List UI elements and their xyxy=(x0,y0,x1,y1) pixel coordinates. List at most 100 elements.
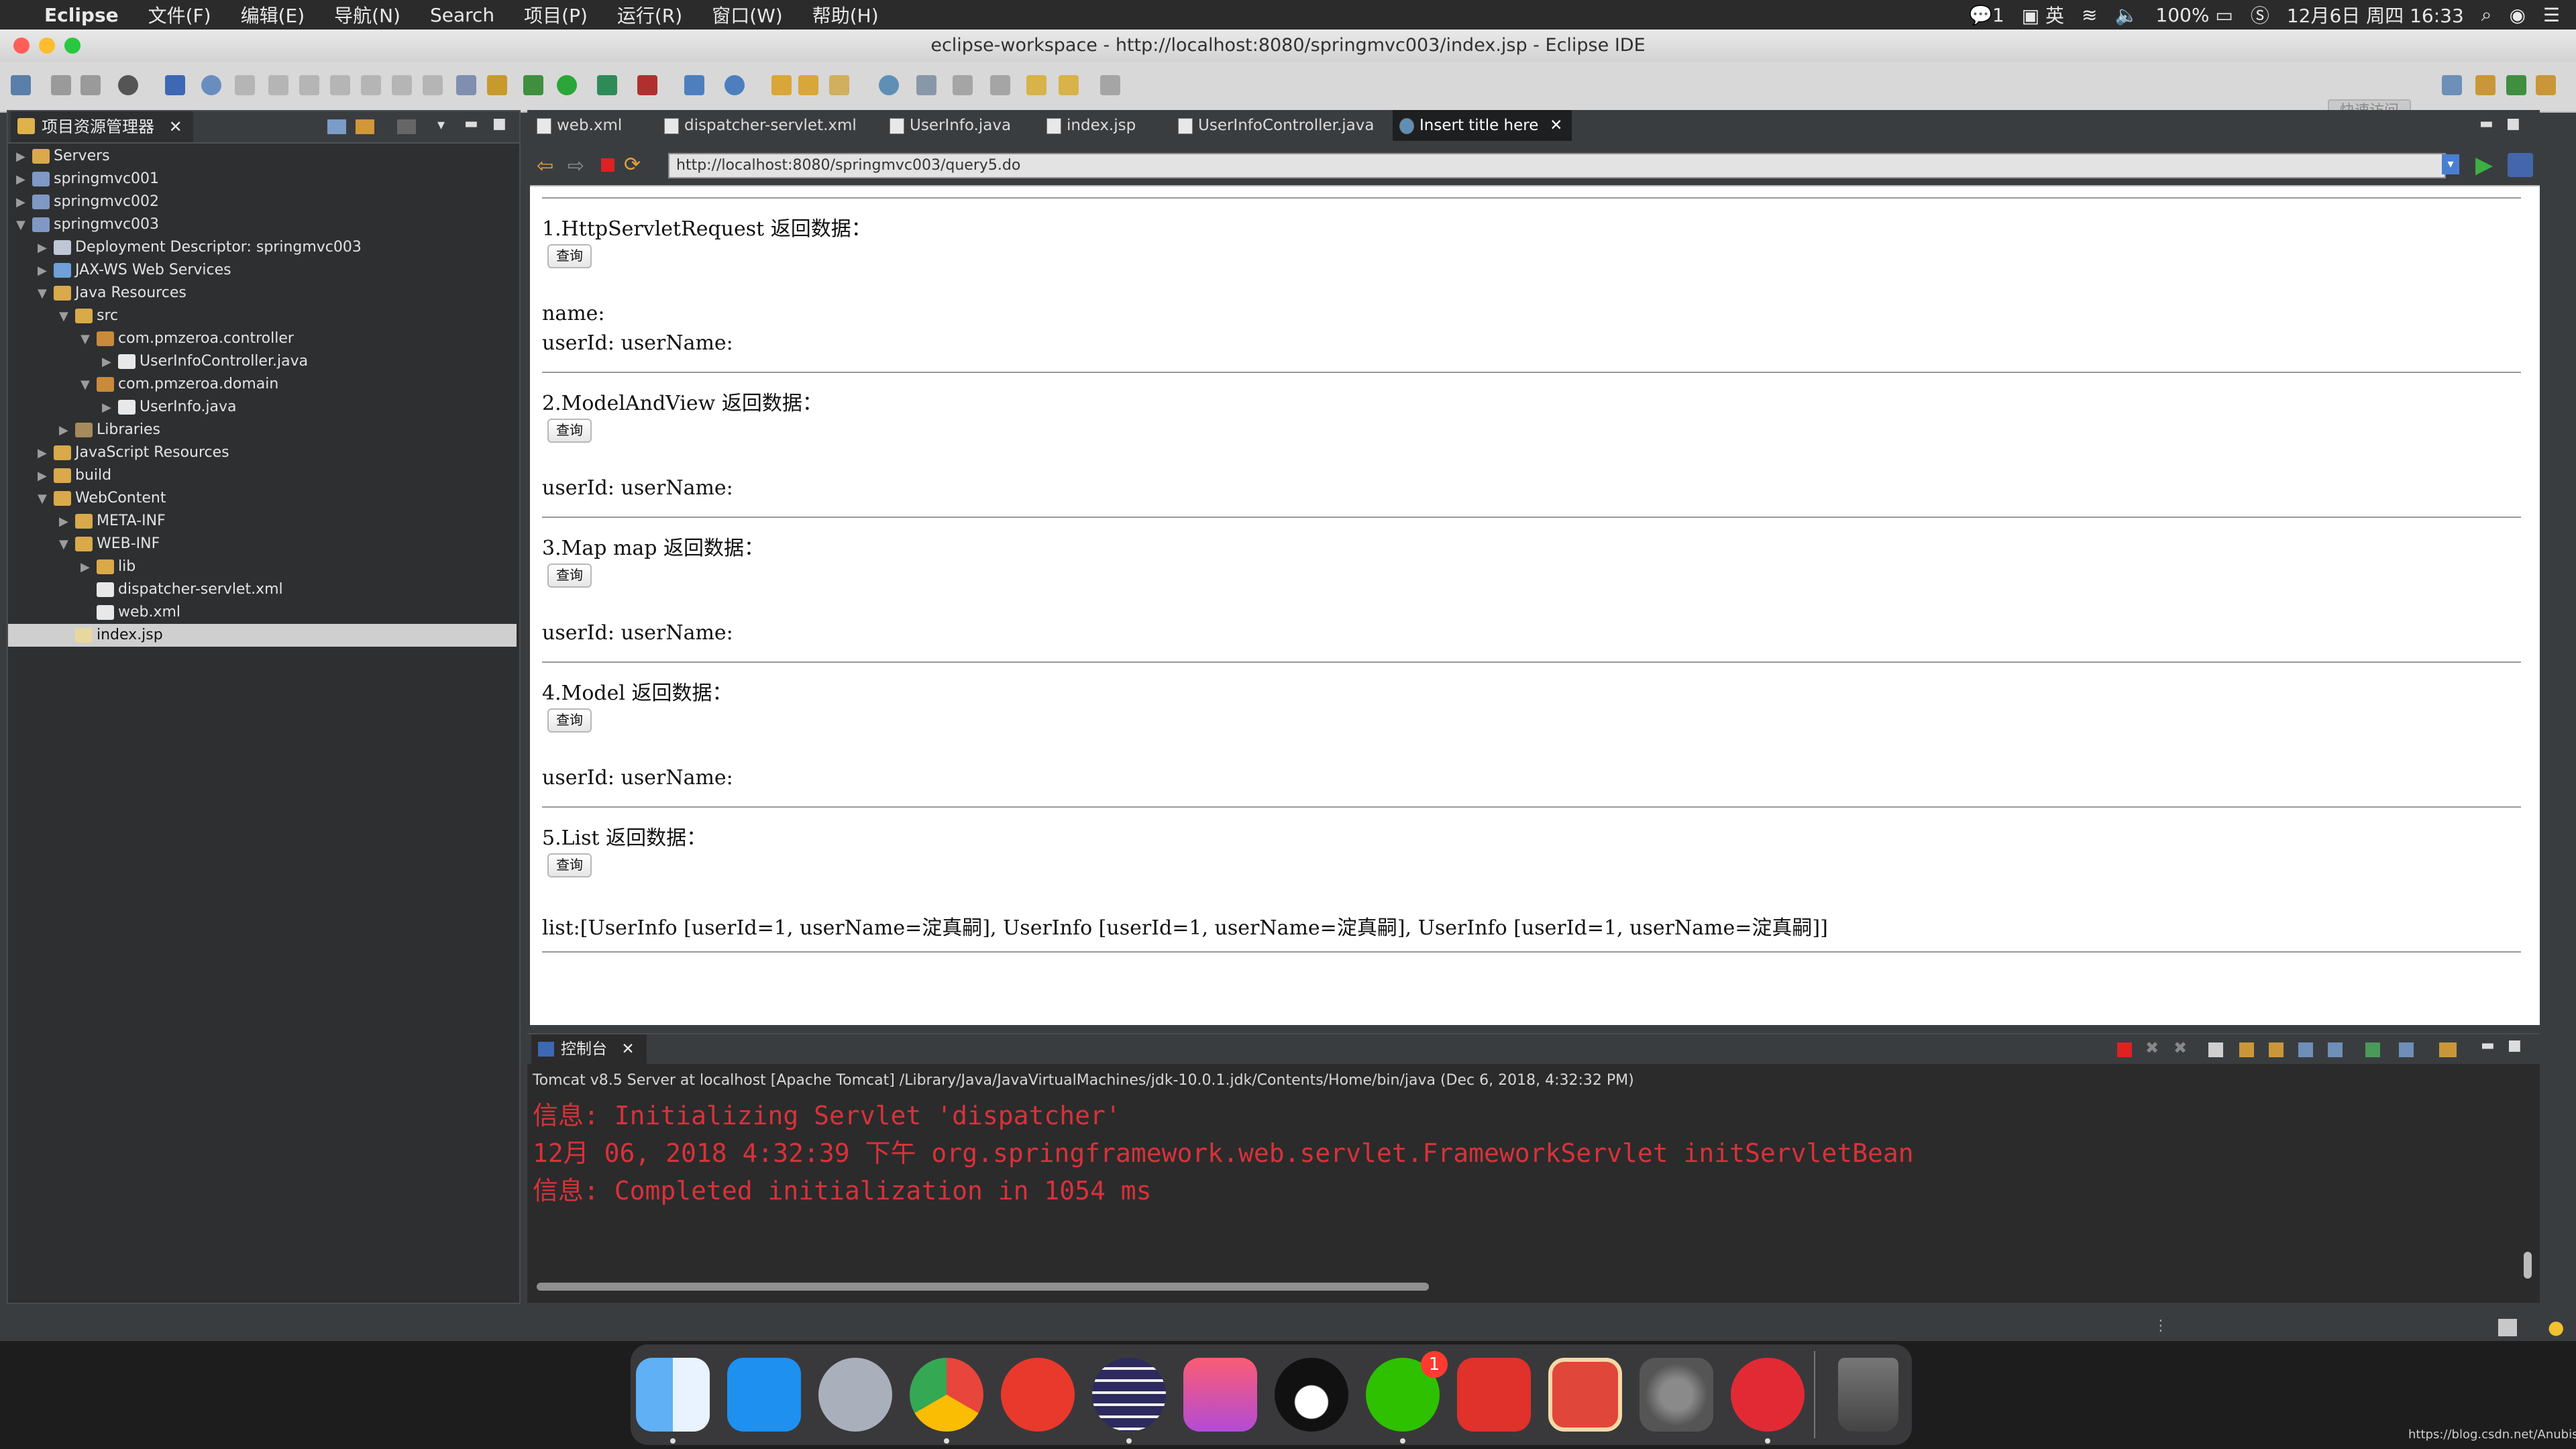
run-icon[interactable] xyxy=(557,75,577,95)
save-all-icon[interactable] xyxy=(80,75,101,95)
close-icon[interactable]: ✕ xyxy=(169,117,182,136)
wechat-status-icon[interactable]: 💬1 xyxy=(1969,4,2004,26)
disconnect-icon[interactable] xyxy=(330,75,350,95)
terminate-icon[interactable] xyxy=(299,75,319,95)
scroll-lock-icon[interactable] xyxy=(2239,1042,2254,1057)
tab-web-xml[interactable]: web.xml xyxy=(530,110,622,141)
tree-item-web-inf[interactable]: ▼ WEB-INF xyxy=(59,533,160,555)
console-horizontal-scrollbar[interactable] xyxy=(537,1283,1429,1291)
forward-icon[interactable] xyxy=(1100,75,1120,95)
notification-center-icon[interactable]: ☰ xyxy=(2543,4,2560,26)
maximize-view-icon[interactable]: ■ xyxy=(492,115,506,132)
maximize-editor-icon[interactable]: ■ xyxy=(2506,115,2520,132)
open-type-icon[interactable] xyxy=(771,75,792,95)
new-icon[interactable] xyxy=(11,75,31,95)
url-input[interactable]: http://localhost:8080/springmvc003/query… xyxy=(668,153,2446,178)
external-tools-icon[interactable] xyxy=(637,75,657,95)
expand-arrow-icon[interactable]: ▼ xyxy=(80,328,97,351)
step-over-icon[interactable] xyxy=(392,75,412,95)
query-button-4[interactable]: 查询 xyxy=(547,708,592,733)
expand-arrow-icon[interactable]: ▶ xyxy=(80,556,97,579)
tree-item-dispatcher-servlet-xml[interactable]: dispatcher-servlet.xml xyxy=(80,578,283,601)
launchpad-icon[interactable] xyxy=(818,1358,892,1432)
netease-music-icon[interactable] xyxy=(1457,1358,1531,1432)
expand-arrow-icon[interactable]: ▼ xyxy=(80,374,97,396)
java-ee-perspective-icon[interactable] xyxy=(2475,75,2496,95)
word-wrap-icon[interactable] xyxy=(2269,1042,2284,1057)
tree-item-meta-inf[interactable]: ▶ META-INF xyxy=(59,510,166,533)
menu-window[interactable]: 窗口(W) xyxy=(697,1,798,28)
expand-arrow-icon[interactable]: ▶ xyxy=(102,351,118,374)
menu-search[interactable]: Search xyxy=(415,4,509,26)
expand-arrow-icon[interactable]: ▼ xyxy=(59,305,75,328)
link-with-editor-icon[interactable] xyxy=(356,119,374,134)
drop-to-frame-icon[interactable] xyxy=(456,75,476,95)
tab-insert-title-here[interactable]: Insert title here ✕ xyxy=(1393,110,1572,141)
collapse-all-icon[interactable] xyxy=(327,119,346,134)
tree-item-springmvc003[interactable]: ▼ springmvc003 xyxy=(16,213,159,236)
display-selected-console-icon[interactable] xyxy=(2399,1042,2414,1057)
stop-icon[interactable] xyxy=(601,158,614,172)
tree-item-userinfocontroller-java[interactable]: ▶ UserInfoController.java xyxy=(102,350,308,373)
query-button-1[interactable]: 查询 xyxy=(547,244,592,268)
expand-arrow-icon[interactable]: ▼ xyxy=(38,282,54,305)
tree-item-deployment-descriptor[interactable]: ▶ Deployment Descriptor: springmvc003 xyxy=(38,236,362,259)
new-server-icon[interactable] xyxy=(684,75,704,95)
open-console-menu-icon[interactable] xyxy=(2439,1042,2457,1057)
wps-bookmark-icon[interactable] xyxy=(1548,1358,1622,1432)
show-when-output-icon[interactable] xyxy=(2298,1042,2313,1057)
menu-run[interactable]: 运行(R) xyxy=(602,1,697,28)
tab-index-jsp[interactable]: index.jsp xyxy=(1040,110,1136,141)
maximize-console-icon[interactable]: ■ xyxy=(2508,1037,2522,1054)
suspend-icon[interactable] xyxy=(268,75,288,95)
project-explorer-tab[interactable]: 项目资源管理器 ✕ xyxy=(11,111,193,142)
save-icon[interactable] xyxy=(51,75,71,95)
error-log-icon[interactable] xyxy=(2498,1319,2517,1336)
expand-arrow-icon[interactable]: ▶ xyxy=(59,419,75,442)
step-into-icon[interactable] xyxy=(361,75,381,95)
go-icon[interactable]: ▶ xyxy=(2475,152,2493,178)
view-menu-icon[interactable] xyxy=(397,119,416,134)
tree-item-springmvc002[interactable]: ▶ springmvc002 xyxy=(16,191,159,213)
next-annotation-icon[interactable] xyxy=(953,75,973,95)
skip-breakpoints-icon[interactable] xyxy=(201,75,221,95)
tab-userinfo-java[interactable]: UserInfo.java xyxy=(883,110,1011,141)
close-tab-icon[interactable]: ✕ xyxy=(1550,110,1562,141)
expand-arrow-icon[interactable]: ▼ xyxy=(59,533,75,556)
tab-dispatcher-servlet-xml[interactable]: dispatcher-servlet.xml xyxy=(657,110,857,141)
expand-arrow-icon[interactable]: ▶ xyxy=(38,260,54,282)
battery-status[interactable]: 100% ▭ xyxy=(2155,4,2233,26)
input-method-icon[interactable]: ▣ 英 xyxy=(2022,1,2064,28)
expand-arrow-icon[interactable]: ▶ xyxy=(102,396,118,419)
expand-arrow-icon[interactable]: ▶ xyxy=(59,511,75,533)
tree-item-package-controller[interactable]: ▼ com.pmzeroa.controller xyxy=(80,327,294,350)
clear-console-icon[interactable] xyxy=(2208,1042,2223,1057)
menu-navigate[interactable]: 导航(N) xyxy=(319,1,415,28)
close-icon[interactable]: ✕ xyxy=(621,1040,634,1058)
tree-item-package-domain[interactable]: ▼ com.pmzeroa.domain xyxy=(80,373,278,396)
expand-arrow-icon[interactable]: ▼ xyxy=(38,488,54,511)
tree-item-lib[interactable]: ▶ lib xyxy=(80,555,136,578)
siri-icon[interactable]: ◉ xyxy=(2509,4,2525,26)
debug-perspective-icon[interactable] xyxy=(2506,75,2526,95)
tree-item-src[interactable]: ▼ src xyxy=(59,305,118,327)
open-perspective-icon[interactable] xyxy=(2442,75,2462,95)
tree-item-jax-ws[interactable]: ▶ JAX-WS Web Services xyxy=(38,259,231,282)
debug-icon[interactable] xyxy=(597,75,617,95)
tree-item-springmvc001[interactable]: ▶ springmvc001 xyxy=(16,168,159,191)
new-web-project-icon[interactable] xyxy=(724,75,745,95)
query-button-3[interactable]: 查询 xyxy=(547,564,592,588)
url-history-dropdown-icon[interactable]: ▾ xyxy=(2442,154,2459,174)
minimize-console-icon[interactable]: ▬ xyxy=(2481,1037,2495,1054)
eclipse-icon[interactable] xyxy=(1092,1358,1166,1432)
tree-item-javascript-resources[interactable]: ▶ JavaScript Resources xyxy=(38,441,229,464)
sync-icon[interactable]: Ⓢ xyxy=(2251,1,2269,28)
menubar-clock[interactable]: 12月6日 周四 16:33 xyxy=(2287,1,2464,28)
infuse-player-icon[interactable] xyxy=(1731,1358,1805,1432)
remove-launch-icon[interactable]: ✖ xyxy=(2145,1038,2159,1057)
app-menu[interactable]: Eclipse xyxy=(30,4,133,26)
trash-icon[interactable] xyxy=(1838,1358,1898,1432)
annotation-icon[interactable] xyxy=(916,75,936,95)
expand-arrow-icon[interactable]: ▶ xyxy=(38,442,54,465)
search-icon[interactable] xyxy=(829,75,849,95)
